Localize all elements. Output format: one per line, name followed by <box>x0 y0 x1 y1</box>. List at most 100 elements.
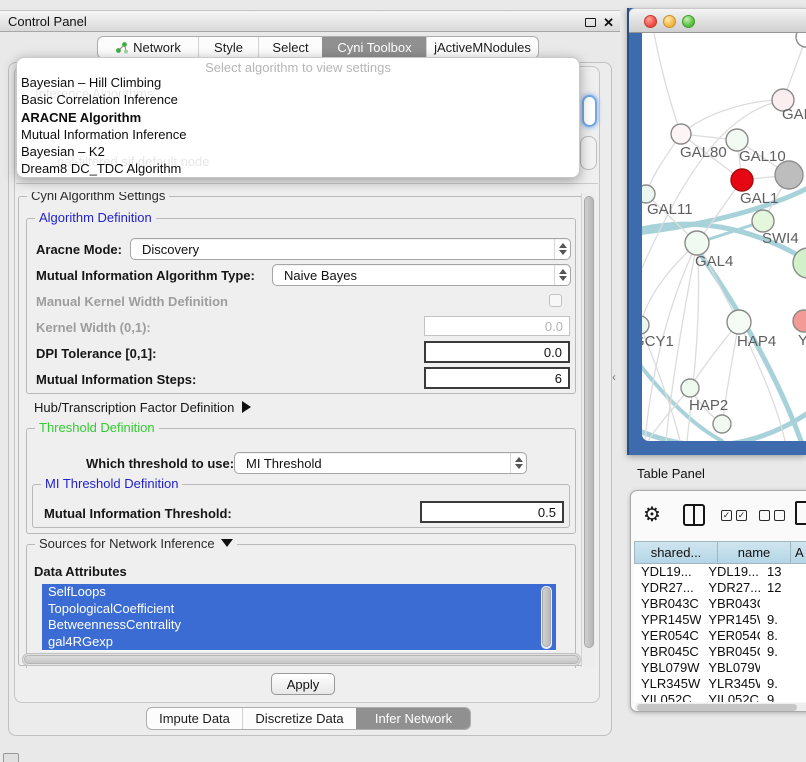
network-node-gcy1[interactable] <box>642 316 649 334</box>
stepper-arrows-icon <box>510 453 526 473</box>
mi-steps-input[interactable]: 6 <box>424 367 570 389</box>
tab-jactivemnodules[interactable]: jActiveMNodules <box>426 37 538 58</box>
deselect-all-checkboxes-icon[interactable] <box>759 510 785 521</box>
kernel-width-label: Kernel Width (0,1): <box>36 320 151 335</box>
cyni-settings-scrollarea: Cyni Algorithm Settings Algorithm Defini… <box>18 192 596 668</box>
algorithm-option[interactable]: Mutual Information Inference <box>17 126 579 143</box>
new-table-icon[interactable] <box>795 501 806 525</box>
network-node-swi4[interactable] <box>752 210 774 232</box>
table-panel-title: Table Panel <box>637 462 705 486</box>
network-node-label: GAL4 <box>695 253 733 270</box>
network-node-y[interactable] <box>793 310 806 332</box>
network-node[interactable] <box>796 33 806 47</box>
algorithm-definition-title: Algorithm Definition <box>35 210 156 225</box>
tab-style[interactable]: Style <box>198 37 258 58</box>
tab-select[interactable]: Select <box>258 37 322 58</box>
close-icon[interactable]: ✕ <box>603 16 614 29</box>
dpi-tolerance-input[interactable]: 0.0 <box>424 341 570 363</box>
expand-right-icon <box>242 401 251 413</box>
hub-definition-expander[interactable]: Hub/Transcription Factor Definition <box>34 400 251 415</box>
network-node-gal1[interactable] <box>731 169 753 191</box>
kernel-width-input[interactable]: 0.0 <box>424 316 570 336</box>
table-row[interactable]: YDR27...YDR27...12 <box>634 580 806 596</box>
network-icon <box>115 41 128 54</box>
network-node-label: GCY1 <box>642 333 674 350</box>
data-attributes-label: Data Attributes <box>34 564 127 579</box>
panel-divider-collapse-arrow[interactable]: ‹ <box>612 370 616 384</box>
algorithm-option[interactable]: Dream8 DC_TDC Algorithm <box>17 160 579 177</box>
float-window-icon[interactable] <box>585 18 596 27</box>
mi-algorithm-type-label: Mutual Information Algorithm Type: <box>36 268 255 283</box>
table-rows: YDL19...YDL19...13YDR27...YDR27...12YBR0… <box>634 564 806 702</box>
network-node-label: GAL10 <box>739 148 786 165</box>
hidden-group-edge <box>580 136 597 170</box>
table-row[interactable]: YBL079WYBL079W <box>634 660 806 676</box>
network-edge <box>654 33 681 134</box>
mi-threshold-input[interactable]: 0.5 <box>420 501 564 523</box>
select-all-checkboxes-icon[interactable]: ✓✓ <box>721 510 747 521</box>
algorithm-option[interactable]: ARACNE Algorithm <box>17 109 579 126</box>
data-attribute-item[interactable]: gal4RGexp <box>42 634 556 651</box>
table-row[interactable]: YER054CYER054C8. <box>634 628 806 644</box>
aracne-mode-select[interactable]: Discovery <box>130 238 571 260</box>
network-node-label: GAL11 <box>647 201 693 218</box>
data-attributes-list: SelfLoopsTopologicalCoefficientBetweenne… <box>42 584 556 651</box>
algorithm-option[interactable]: Bayesian – Hill Climbing <box>17 74 579 91</box>
tab-cyni-toolbox[interactable]: Cyni Toolbox <box>322 37 426 58</box>
tab-network[interactable]: Network <box>98 37 198 58</box>
dock-panel-mini-icon[interactable] <box>3 753 19 762</box>
table-column-header[interactable]: A <box>791 541 806 564</box>
table-row[interactable]: YDL19...YDL19...13 <box>634 564 806 580</box>
data-attribute-item[interactable]: TopologicalCoefficient <box>42 601 556 618</box>
table-column-header[interactable]: shared... <box>634 541 718 564</box>
network-node-label: HAP4 <box>737 333 776 350</box>
table-row[interactable]: YBR043CYBR043C <box>634 596 806 612</box>
app-screen: Control Panel ✕ NetworkStyleSelectCyni T… <box>0 0 806 762</box>
network-node-gal80[interactable] <box>671 124 691 144</box>
table-header-row: shared...nameA <box>634 541 806 564</box>
settings-horizontal-scrollbar[interactable] <box>22 653 581 666</box>
data-attribute-item[interactable]: BetweennessCentrality <box>42 617 556 634</box>
which-threshold-select[interactable]: MI Threshold <box>234 452 527 474</box>
control-panel-titlebar: Control Panel ✕ <box>0 10 620 32</box>
table-row[interactable]: YPR145WYPR145W9. <box>634 612 806 628</box>
network-node[interactable] <box>775 161 803 189</box>
network-canvas[interactable]: GAL7GAL80GAL10GAL1GAL11GAL4SWI4YHAP4GCY1… <box>642 33 806 441</box>
table-row[interactable]: YBR045CYBR045C9. <box>634 644 806 660</box>
table-row[interactable]: YIL052CYIL052C9 <box>634 692 806 702</box>
table-column-header[interactable]: name <box>718 541 791 564</box>
sources-group-title[interactable]: Sources for Network Inference <box>35 536 237 551</box>
algorithm-option[interactable]: Bayesian – K2 <box>17 143 579 160</box>
aracne-mode-label: Aracne Mode: <box>36 242 122 257</box>
network-node-label: GAL7 <box>782 106 806 123</box>
network-node-label: GAL80 <box>680 144 727 161</box>
network-node-hap4[interactable] <box>727 310 751 334</box>
settings-vertical-scrollbar[interactable] <box>581 193 595 667</box>
apply-button[interactable]: Apply <box>271 673 335 695</box>
data-attribute-item[interactable]: SelfLoops <box>42 584 556 601</box>
mac-close-button[interactable] <box>644 15 657 28</box>
mac-zoom-button[interactable] <box>682 15 695 28</box>
hidden-combo-focus-ring <box>582 95 597 127</box>
stepper-arrows-icon <box>554 239 570 259</box>
list-scrollbar[interactable] <box>541 586 552 649</box>
network-node-gal4[interactable] <box>685 231 709 255</box>
settings-gear-icon[interactable]: ⚙ <box>643 502 661 527</box>
manual-kernel-width-checkbox[interactable] <box>549 294 562 307</box>
stepper-arrows-icon <box>554 265 570 285</box>
table-row[interactable]: YLR345WYLR345W9. <box>634 676 806 692</box>
algorithm-option[interactable]: Basic Correlation Inference <box>17 91 579 108</box>
tab-impute-data[interactable]: Impute Data <box>147 708 242 729</box>
split-view-icon[interactable] <box>683 504 705 526</box>
mac-minimize-button[interactable] <box>663 15 676 28</box>
mi-algorithm-type-select[interactable]: Naive Bayes <box>272 264 571 286</box>
network-node-hap2[interactable] <box>681 379 699 397</box>
network-window-titlebar[interactable] <box>629 8 806 33</box>
mi-threshold-group-title: MI Threshold Definition <box>41 476 182 491</box>
tab-infer-network[interactable]: Infer Network <box>356 708 470 729</box>
network-node[interactable] <box>713 415 731 433</box>
table-horizontal-scrollbar[interactable] <box>635 703 806 712</box>
cyni-settings-group-title: Cyni Algorithm Settings <box>27 192 169 203</box>
tab-discretize-data[interactable]: Discretize Data <box>242 708 356 729</box>
algorithm-dropdown-popup: Select algorithm to view settings Infere… <box>16 57 580 178</box>
